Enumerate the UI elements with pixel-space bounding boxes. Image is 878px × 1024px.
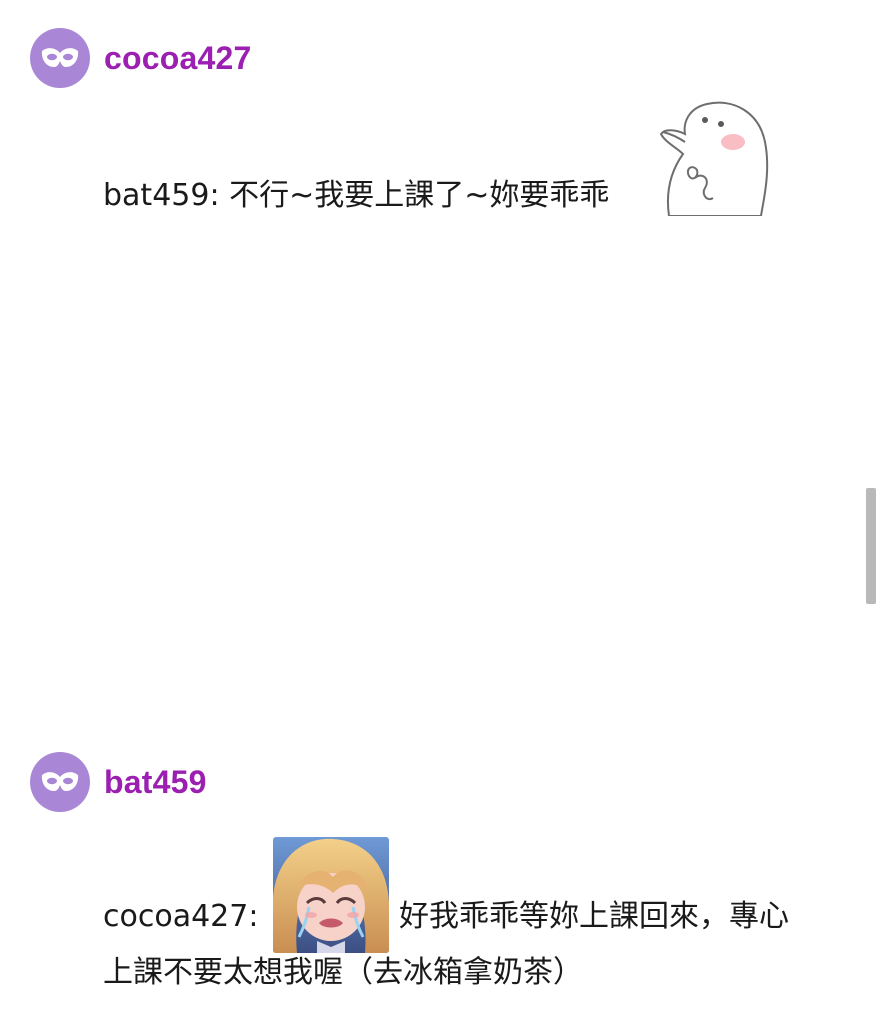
username[interactable]: bat459 [104, 764, 207, 801]
message-prefix: cocoa427: [103, 899, 259, 934]
mask-icon [41, 772, 79, 791]
ghost-blush-sticker [659, 101, 769, 216]
message-text: 好我乖乖等妳上課回來，專心 [399, 899, 789, 934]
comment-text: bat459: 不行~我要上課了~妳要乖乖 [103, 101, 769, 224]
crying-girl-sticker [273, 837, 389, 953]
message-text: bat459: 不行~我要上課了~妳要乖乖 [103, 178, 610, 213]
post-author-row[interactable]: bat459 [30, 752, 207, 812]
username[interactable]: cocoa427 [104, 40, 251, 77]
avatar[interactable] [30, 28, 90, 88]
mask-icon [41, 48, 79, 67]
scrollbar[interactable] [866, 488, 876, 604]
message-line-1: cocoa427: 好我乖乖等妳上課回來，專心 [103, 837, 853, 953]
post-author-row[interactable]: cocoa427 [30, 28, 251, 88]
comment-text: cocoa427: 好我乖乖等妳上課回來，專心 上課不要太想我喔（去冰箱拿奶茶） [103, 837, 853, 1001]
message-line-2: 上課不要太想我喔（去冰箱拿奶茶） [103, 955, 583, 990]
avatar[interactable] [30, 752, 90, 812]
